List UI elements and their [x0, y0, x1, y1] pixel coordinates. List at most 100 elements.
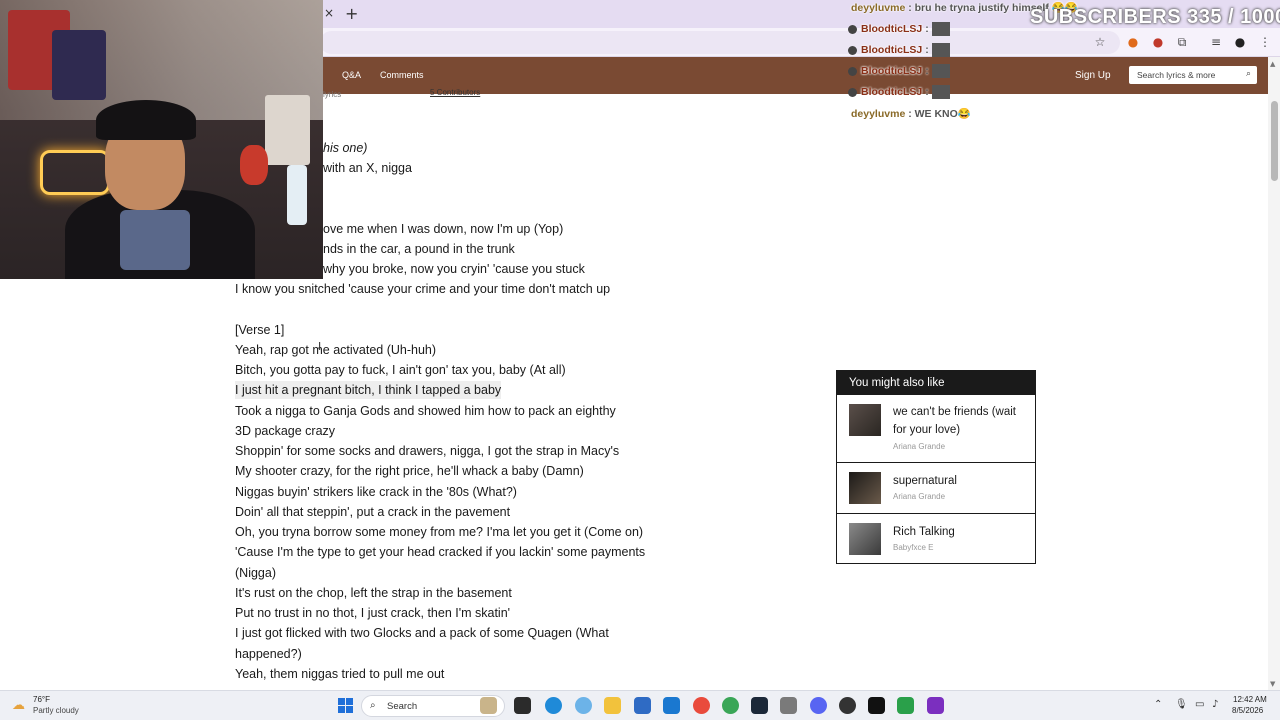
lyric-line: My shooter crazy, for the right price, h…	[235, 464, 584, 478]
clock-time[interactable]: 12:42 AM	[1233, 695, 1267, 704]
webcam-shirt-print	[120, 210, 190, 270]
scroll-down-icon[interactable]: ▼	[1270, 680, 1275, 688]
tray-network-icon[interactable]: ▭	[1195, 699, 1204, 710]
chat-message: deyyluvme : WE KNO😂	[851, 107, 971, 120]
album-art	[849, 523, 881, 555]
yml-item[interactable]: Rich Talking Babyfxce E	[837, 514, 1035, 564]
taskbar-app-icon[interactable]	[897, 697, 914, 714]
new-tab-icon[interactable]: +	[345, 4, 358, 23]
nav-link-qa[interactable]: Q&A	[342, 70, 361, 80]
yml-item-title: supernatural	[893, 475, 957, 487]
lyric-line: happened?)	[235, 647, 302, 661]
tab-close-icon[interactable]: ×	[322, 6, 336, 20]
taskbar-app-icon[interactable]	[780, 697, 797, 714]
tray-volume-icon[interactable]: ♪	[1212, 699, 1218, 710]
signup-button[interactable]: Sign Up	[1075, 70, 1111, 81]
weather-icon[interactable]: ☁	[12, 698, 25, 713]
chat-text: : WE KNO😂	[908, 108, 971, 120]
tray-chevron-icon[interactable]: ⌃	[1154, 699, 1162, 710]
extensions-puzzle-icon[interactable]: ⧉	[1174, 34, 1190, 50]
lyric-section-header: [Verse 1]	[235, 323, 285, 337]
search-placeholder: Search lyrics & more	[1137, 70, 1216, 80]
start-button[interactable]	[338, 698, 353, 713]
chat-emote-icon	[931, 43, 950, 57]
chat-emote-icon	[931, 64, 950, 78]
lyric-line: Bitch, you gotta pay to fuck, I ain't go…	[235, 363, 566, 377]
search-icon: ⌕	[370, 700, 376, 711]
chat-badge-icon	[848, 87, 857, 97]
chat-username: deyyluvme	[851, 108, 906, 120]
yml-heading: You might also like	[837, 371, 1035, 395]
you-might-also-like-panel: You might also like we can't be friends …	[836, 370, 1036, 564]
taskbar-outlook-icon[interactable]	[663, 697, 680, 714]
chat-text: :	[925, 85, 929, 98]
taskbar-store-icon[interactable]	[634, 697, 651, 714]
chat-username: BloodticLSJ	[861, 43, 923, 56]
address-bar[interactable]	[320, 31, 1120, 54]
chat-message: BloodticLSJ :	[848, 22, 950, 36]
lyric-line: Yeah, rap got me activated (Uh-huh)	[235, 343, 437, 357]
yml-item-artist: Babyfxce E	[893, 543, 934, 552]
taskbar-obs-icon[interactable]	[839, 697, 856, 714]
bookmark-star-icon[interactable]: ☆	[1092, 34, 1108, 50]
yml-item[interactable]: we can't be friends (wait for your love)…	[837, 395, 1035, 463]
taskbar-discord-icon[interactable]	[810, 697, 827, 714]
search-input[interactable]: Search lyrics & more ⌕	[1129, 66, 1257, 84]
nav-link-comments[interactable]: Comments	[380, 70, 424, 80]
extension-icon[interactable]: ●	[1125, 34, 1141, 50]
lyric-line: why you broke, now you cryin' 'cause you…	[323, 262, 585, 276]
lyric-line-highlighted[interactable]: I just hit a pregnant bitch, I think I t…	[235, 381, 502, 399]
weather-temp[interactable]: 76°F	[33, 695, 50, 704]
chat-username: BloodticLSJ	[861, 85, 923, 98]
lyric-line: Shoppin' for some socks and drawers, nig…	[235, 444, 620, 458]
chat-badge-icon	[848, 45, 857, 55]
taskbar-terminal-icon[interactable]	[868, 697, 885, 714]
yml-item-artist: Ariana Grande	[893, 492, 946, 501]
lyric-line: nds in the car, a pound in the trunk	[323, 242, 515, 256]
taskbar-app-search-highlight-icon[interactable]	[480, 697, 497, 714]
lyric-line: Doin' all that steppin', put a crack in …	[235, 505, 511, 519]
lyric-line: (Nigga)	[235, 566, 276, 580]
taskbar-steam-icon[interactable]	[751, 697, 768, 714]
chat-username: BloodticLSJ	[861, 64, 923, 77]
browser-menu-icon[interactable]: ⋮	[1257, 34, 1273, 50]
chat-message: BloodticLSJ :	[848, 64, 950, 78]
lyrics-label: lyrics	[323, 90, 342, 99]
yml-item-title: Rich Talking	[893, 526, 955, 538]
chat-emote-icon	[931, 85, 950, 99]
extension-badge-icon[interactable]: ●	[1150, 34, 1166, 50]
lyric-line: I just got flicked with two Glocks and a…	[235, 626, 609, 640]
lyric-line: Took a nigga to Ganja Gods and showed hi…	[235, 404, 616, 418]
chat-emote-icon	[931, 22, 950, 36]
tray-mic-icon[interactable]: 🎙	[1175, 699, 1188, 710]
lyric-line: Yeah, them niggas tried to pull me out	[235, 667, 445, 681]
taskbar-task-view-icon[interactable]	[514, 697, 531, 714]
album-art	[849, 472, 881, 504]
clock-date[interactable]: 8/5/2026	[1232, 706, 1263, 715]
taskbar-app-icon[interactable]	[927, 697, 944, 714]
taskbar-file-explorer-icon[interactable]	[604, 697, 621, 714]
lyric-line: Put no trust in no thot, I just crack, t…	[235, 606, 511, 620]
chat-badge-icon	[848, 24, 857, 34]
taskbar-edge-icon[interactable]	[545, 697, 562, 714]
weather-desc[interactable]: Partly cloudy	[33, 706, 79, 715]
scrollbar-thumb[interactable]	[1271, 101, 1278, 181]
taskbar-chrome-icon[interactable]	[693, 697, 710, 714]
lyric-line: Oh, you tryna borrow some money from me?…	[235, 525, 644, 539]
yml-item[interactable]: supernatural Ariana Grande	[837, 463, 1035, 514]
chat-username: BloodticLSJ	[861, 22, 923, 35]
lyric-line: I know you snitched 'cause your crime an…	[235, 282, 611, 296]
profile-avatar-icon[interactable]: ●	[1232, 34, 1248, 50]
contributors-link[interactable]: 5 Contributors	[430, 88, 480, 97]
scroll-up-icon[interactable]: ▲	[1270, 60, 1275, 68]
taskbar-chrome-profile-icon[interactable]	[722, 697, 739, 714]
webcam-streamer-cap	[96, 100, 196, 140]
taskbar-app-icon[interactable]	[575, 697, 592, 714]
webcam-overlay	[0, 0, 323, 279]
lyric-line: his one)	[323, 141, 368, 155]
chat-message: BloodticLSJ :	[848, 85, 950, 99]
search-icon[interactable]: ⌕	[1246, 69, 1251, 79]
lyric-line: 3D package crazy	[235, 424, 336, 438]
chat-badge-icon	[848, 66, 857, 76]
playlist-icon[interactable]: ≡	[1208, 34, 1224, 50]
